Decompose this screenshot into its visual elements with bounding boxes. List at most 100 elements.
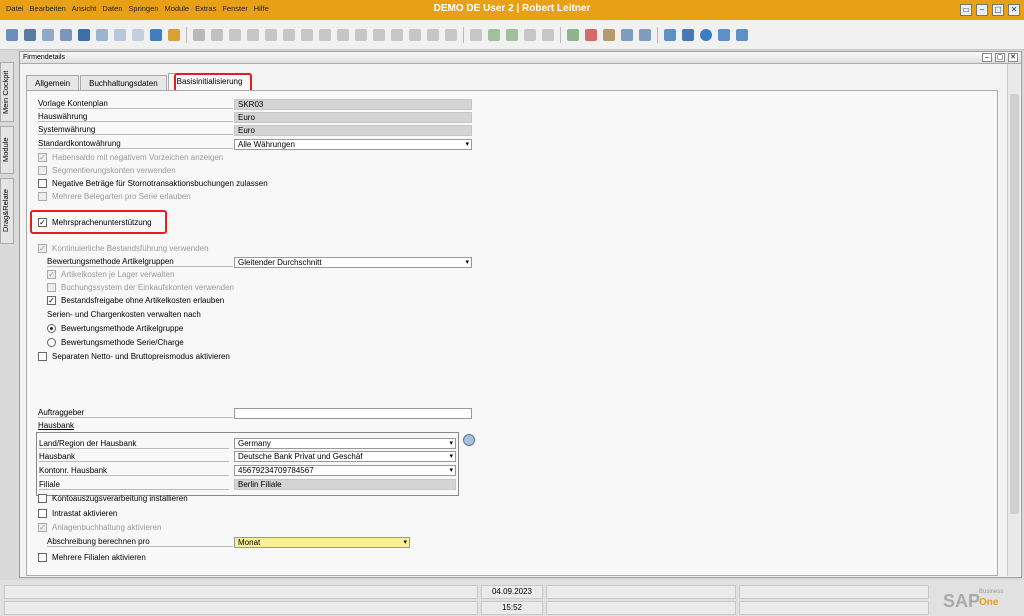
- restore-layout-button[interactable]: ▭: [960, 4, 972, 16]
- sap-business-one-logo: SAP Business One: [943, 589, 1003, 611]
- tab-mein-cockpit[interactable]: Mein Cockpit: [0, 62, 14, 122]
- form-maximize-button[interactable]: ▢: [995, 53, 1005, 62]
- help-icon[interactable]: [700, 28, 712, 41]
- side-tabs: Mein Cockpit Module Drag&Relate: [0, 62, 14, 244]
- calculator-icon[interactable]: [682, 28, 694, 41]
- anlagenbuchhaltung-checkbox[interactable]: ✓ Anlagenbuchhaltung aktivieren: [38, 523, 161, 532]
- menu-springen[interactable]: Springen: [128, 4, 158, 13]
- menu-datei[interactable]: Datei: [6, 4, 24, 13]
- negative-betraege-checkbox[interactable]: Negative Beträge für Stornotransaktionsb…: [38, 179, 268, 188]
- abschreibung-dropdown[interactable]: Monat: [234, 537, 410, 548]
- kontonr-dropdown[interactable]: 45679234709784567: [234, 465, 456, 476]
- menu-module[interactable]: Module: [164, 4, 189, 13]
- contact-icon[interactable]: [736, 28, 748, 41]
- new-icon[interactable]: [6, 28, 18, 41]
- pdf-icon[interactable]: [114, 28, 126, 41]
- previous-record-icon[interactable]: [247, 28, 259, 41]
- bank-link-icon[interactable]: [463, 434, 475, 446]
- bestandsfuehrung-checkbox[interactable]: ✓ Kontinuierliche Bestandsführung verwen…: [38, 244, 209, 253]
- web-icon[interactable]: [664, 28, 676, 41]
- habensaldo-checkbox[interactable]: ✓ Habensaldo mit negativem Vorzeichen an…: [38, 153, 223, 162]
- user-guide-icon[interactable]: [718, 28, 730, 41]
- close-button[interactable]: ✕: [1008, 4, 1020, 16]
- menu-bearbeiten[interactable]: Bearbeiten: [30, 4, 66, 13]
- artikelkosten-checkbox[interactable]: ✓ Artikelkosten je Lager verwalten: [47, 270, 174, 279]
- find-icon[interactable]: [193, 28, 205, 41]
- status-message-area-2: [4, 601, 478, 615]
- radio-serie-charge[interactable]: Bewertungsmethode Serie/Charge: [47, 338, 184, 347]
- add-icon[interactable]: [211, 28, 223, 41]
- launch-icon[interactable]: [150, 28, 162, 41]
- next-record-icon[interactable]: [265, 28, 277, 41]
- bestandsfreigabe-checkbox[interactable]: ✓ Bestandsfreigabe ohne Artikelkosten er…: [47, 296, 224, 305]
- radio-artikelgruppe[interactable]: Bewertungsmethode Artikelgruppe: [47, 324, 183, 333]
- check-icon[interactable]: [506, 28, 518, 41]
- kontoauszug-checkbox[interactable]: Kontoauszugsverarbeitung installieren: [38, 494, 188, 503]
- systemwaehrung-label: Systemwährung: [38, 125, 233, 135]
- save-icon[interactable]: [78, 28, 90, 41]
- refresh-icon[interactable]: [301, 28, 313, 41]
- lock-icon[interactable]: [168, 28, 180, 41]
- tab-module[interactable]: Module: [0, 126, 14, 174]
- tab-allgemein[interactable]: Allgemein: [26, 75, 80, 91]
- mehrere-filialen-checkbox[interactable]: Mehrere Filialen aktivieren: [38, 553, 146, 562]
- sort-icon[interactable]: [337, 28, 349, 41]
- calendar-icon[interactable]: [585, 28, 597, 41]
- approve-icon[interactable]: [488, 28, 500, 41]
- bewertungsmethode-dropdown[interactable]: Gleitender Durchschnitt: [234, 257, 472, 268]
- land-region-dropdown[interactable]: Germany: [234, 438, 456, 449]
- journal-icon[interactable]: [391, 28, 403, 41]
- export-icon[interactable]: [96, 28, 108, 41]
- segmentierung-checkbox[interactable]: Segmentierungskonten verwenden: [38, 166, 176, 175]
- chat-icon[interactable]: [542, 28, 554, 41]
- last-record-icon[interactable]: [283, 28, 295, 41]
- image-icon[interactable]: [603, 28, 615, 41]
- menu-ansicht[interactable]: Ansicht: [72, 4, 97, 13]
- minimize-button[interactable]: –: [976, 4, 988, 16]
- first-record-icon[interactable]: [229, 28, 241, 41]
- auftraggeber-input[interactable]: [234, 408, 472, 419]
- menu-extras[interactable]: Extras: [195, 4, 216, 13]
- buchungssystem-checkbox[interactable]: Buchungssystem der Einkaufskonten verwen…: [47, 283, 234, 292]
- menu-hilfe[interactable]: Hilfe: [254, 4, 269, 13]
- hauswaehrung-value: Euro: [234, 112, 472, 123]
- filiale-label: Filiale: [39, 480, 229, 490]
- form-close-button[interactable]: ✕: [1008, 53, 1018, 62]
- email-icon[interactable]: [60, 28, 72, 41]
- standardkontowaehrung-dropdown[interactable]: Alle Währungen: [234, 139, 472, 150]
- report-icon[interactable]: [621, 28, 633, 41]
- hausbank-dropdown[interactable]: Deutsche Bank Privat und Geschäf: [234, 451, 456, 462]
- form-minimize-button[interactable]: –: [982, 53, 992, 62]
- settings-icon[interactable]: [445, 28, 457, 41]
- filter-icon[interactable]: [319, 28, 331, 41]
- bewertungsmethode-label: Bewertungsmethode Artikelgruppen: [47, 257, 233, 267]
- form-scrollbar[interactable]: [1007, 64, 1020, 576]
- checkbox-box: [38, 509, 47, 518]
- intrastat-checkbox[interactable]: Intrastat aktivieren: [38, 509, 117, 518]
- maximize-button[interactable]: ▢: [992, 4, 1004, 16]
- menu-daten[interactable]: Daten: [102, 4, 122, 13]
- checkbox-box: [38, 553, 47, 562]
- preview-icon[interactable]: [42, 28, 54, 41]
- netto-brutto-label: Separaten Netto- und Bruttopreismodus ak…: [52, 352, 230, 361]
- tab-buchhaltungsdaten[interactable]: Buchhaltungsdaten: [80, 75, 167, 91]
- word-icon[interactable]: [132, 28, 144, 41]
- standardkontowaehrung-label: Standardkontowährung: [38, 139, 233, 149]
- netto-brutto-checkbox[interactable]: Separaten Netto- und Bruttopreismodus ak…: [38, 352, 230, 361]
- checkbox-box: ✓: [47, 270, 56, 279]
- edit-icon[interactable]: [470, 28, 482, 41]
- checkbox-box: ✓: [38, 244, 47, 253]
- payment-icon[interactable]: [409, 28, 421, 41]
- spreadsheet-icon[interactable]: [567, 28, 579, 41]
- base-document-icon[interactable]: [355, 28, 367, 41]
- gross-profit-icon[interactable]: [427, 28, 439, 41]
- tab-drag-relate[interactable]: Drag&Relate: [0, 178, 14, 244]
- belegarten-checkbox[interactable]: Mehrere Belegarten pro Serie erlauben: [38, 192, 191, 201]
- scroll-thumb[interactable]: [1010, 94, 1019, 514]
- target-document-icon[interactable]: [373, 28, 385, 41]
- organization-icon[interactable]: [639, 28, 651, 41]
- menu-fenster[interactable]: Fenster: [222, 4, 247, 13]
- print-icon[interactable]: [24, 28, 36, 41]
- message-icon[interactable]: [524, 28, 536, 41]
- status-field-b: [546, 601, 736, 615]
